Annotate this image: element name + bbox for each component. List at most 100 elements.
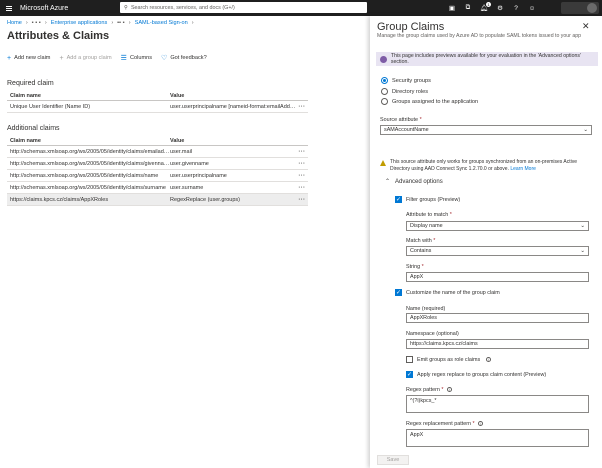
- radio-button[interactable]: [381, 98, 388, 105]
- radio-directory-roles[interactable]: Directory roles: [381, 88, 428, 95]
- notification-badge: 1: [486, 2, 491, 7]
- panel-subtitle: Manage the group claims used by Azure AD…: [377, 33, 581, 39]
- table-row-selected[interactable]: https://claims.kpcs.cz/claims/AppXRoles …: [7, 194, 308, 206]
- preview-icon: [380, 55, 387, 63]
- help-icon[interactable]: ?: [511, 3, 521, 13]
- claim-value: user.userprincipalname: [170, 172, 227, 179]
- emit-role-claims-label: Emit groups as role claims: [417, 356, 481, 363]
- name-input[interactable]: AppXRoles: [406, 313, 589, 323]
- claim-name: http://schemas.xmlsoap.org/ws/2005/05/id…: [10, 148, 170, 155]
- settings-icon[interactable]: ⚙: [495, 3, 505, 13]
- column-value: Value: [170, 137, 185, 144]
- claim-name: Unique User Identifier (Name ID): [10, 103, 91, 110]
- chevron-down-icon: ⌄: [580, 248, 585, 254]
- claim-name: https://claims.kpcs.cz/claims/AppXRoles: [10, 196, 109, 203]
- feedback-button[interactable]: ♡ Got feedback?: [161, 54, 207, 62]
- breadcrumb-separator: ›: [25, 20, 28, 26]
- namespace-input[interactable]: https://claims.kpcs.cz/claims: [406, 339, 589, 349]
- menu-icon[interactable]: [6, 5, 12, 11]
- claim-name: http://schemas.xmlsoap.org/ws/2005/05/id…: [10, 184, 166, 191]
- customize-name-checkbox[interactable]: ✓: [395, 289, 402, 296]
- radio-label: Security groups: [392, 77, 431, 84]
- apply-regex-checkbox[interactable]: ✓: [406, 371, 413, 378]
- notifications-icon[interactable]: 🔔︎ 1: [479, 2, 491, 13]
- namespace-label: Namespace (optional): [406, 331, 459, 337]
- chevron-up-icon: ⌃: [385, 179, 391, 185]
- learn-more-link[interactable]: Learn More: [510, 166, 536, 172]
- regex-replacement-label: Regex replacement pattern * i: [406, 421, 484, 427]
- breadcrumb-home[interactable]: Home: [7, 20, 22, 26]
- add-group-claim-button[interactable]: + Add a group claim: [59, 55, 111, 62]
- info-icon[interactable]: i: [478, 421, 484, 427]
- table-row[interactable]: http://schemas.xmlsoap.org/ws/2005/05/id…: [7, 146, 308, 158]
- row-more-button[interactable]: ···: [296, 104, 308, 110]
- emit-role-claims-checkbox-row[interactable]: Emit groups as role claims i: [406, 356, 492, 363]
- main-content: Home › ▪ ▪ ▪ › Enterprise applications ›…: [0, 16, 370, 468]
- chevron-down-icon: ⌄: [583, 127, 588, 133]
- radio-assigned-groups[interactable]: Groups assigned to the application: [381, 98, 478, 105]
- regex-pattern-input[interactable]: ^(?i)kpcs_*: [406, 395, 589, 413]
- required-claim-table: Claim name Value Unique User Identifier …: [7, 91, 308, 113]
- breadcrumb-redacted[interactable]: ▪▪ ▪: [117, 20, 125, 26]
- feedback-icon[interactable]: ☺: [527, 3, 537, 13]
- source-attribute-warning: This source attribute only works for gro…: [380, 159, 594, 172]
- filter-groups-checkbox-row[interactable]: ✓ Filter groups (Preview): [395, 196, 460, 203]
- add-new-claim-button[interactable]: + Add new claim: [7, 55, 50, 62]
- radio-security-groups[interactable]: Security groups: [381, 77, 431, 84]
- match-with-value: Contains: [410, 248, 432, 254]
- apply-regex-checkbox-row[interactable]: ✓ Apply regex replace to groups claim co…: [406, 371, 546, 378]
- warning-icon: [380, 160, 386, 166]
- advanced-options-toggle[interactable]: ⌃ Advanced options: [385, 178, 443, 186]
- row-more-button[interactable]: ···: [296, 161, 308, 167]
- cloud-shell-icon[interactable]: ▣: [447, 3, 457, 13]
- attribute-to-match-label: Attribute to match *: [406, 212, 452, 218]
- command-bar: + Add new claim + Add a group claim ☰ Co…: [7, 54, 207, 63]
- regex-replacement-input[interactable]: AppX: [406, 429, 589, 447]
- columns-button[interactable]: ☰ Columns: [121, 54, 152, 62]
- table-row[interactable]: http://schemas.xmlsoap.org/ws/2005/05/id…: [7, 170, 308, 182]
- breadcrumb-enterprise-apps[interactable]: Enterprise applications: [51, 20, 108, 26]
- info-icon[interactable]: i: [486, 357, 492, 362]
- required-marker: *: [421, 264, 424, 270]
- brand-name[interactable]: Microsoft Azure: [20, 5, 68, 12]
- search-box[interactable]: ⚲ Search resources, services, and docs (…: [120, 2, 367, 13]
- search-icon: ⚲: [124, 4, 128, 11]
- close-icon[interactable]: ✕: [582, 21, 590, 32]
- claim-value: user.givenname: [170, 160, 209, 167]
- name-label: Name (required): [406, 306, 446, 312]
- emit-role-claims-checkbox[interactable]: [406, 356, 413, 363]
- match-with-label-text: Match with: [406, 238, 432, 244]
- row-more-button[interactable]: ···: [296, 197, 308, 203]
- directory-filter-icon[interactable]: ⧉: [463, 3, 473, 13]
- required-marker: *: [472, 421, 475, 427]
- info-icon[interactable]: i: [446, 387, 452, 393]
- radio-label: Directory roles: [392, 88, 429, 95]
- string-label: String *: [406, 264, 424, 270]
- table-row[interactable]: Unique User Identifier (Name ID) user.us…: [7, 101, 308, 113]
- row-more-button[interactable]: ···: [296, 185, 308, 191]
- page-more-button[interactable]: ···: [101, 30, 109, 39]
- match-with-select[interactable]: Contains ⌄: [406, 246, 589, 256]
- customize-name-checkbox-row[interactable]: ✓ Customize the name of the group claim: [395, 289, 500, 296]
- source-attribute-select[interactable]: sAMAccountName ⌄: [380, 125, 592, 135]
- save-button[interactable]: Save: [377, 455, 409, 465]
- row-more-button[interactable]: ···: [296, 173, 308, 179]
- account-avatar[interactable]: [561, 2, 599, 14]
- row-more-button[interactable]: ···: [296, 149, 308, 155]
- chevron-down-icon: ⌄: [580, 223, 585, 229]
- string-input[interactable]: AppX: [406, 272, 589, 282]
- regex-pattern-label: Regex pattern * i: [406, 387, 452, 393]
- breadcrumb-saml[interactable]: SAML-based Sign-on: [135, 20, 188, 26]
- table-row[interactable]: http://schemas.xmlsoap.org/ws/2005/05/id…: [7, 182, 308, 194]
- table-row[interactable]: http://schemas.xmlsoap.org/ws/2005/05/id…: [7, 158, 308, 170]
- claim-value: user.userprincipalname [nameid-format:em…: [170, 103, 296, 110]
- radio-button[interactable]: [381, 88, 388, 95]
- name-value: AppXRoles: [410, 315, 437, 321]
- feedback-label: Got feedback?: [170, 55, 207, 61]
- breadcrumb-separator: ›: [111, 20, 114, 26]
- regex-pattern-label-text: Regex pattern: [406, 387, 440, 393]
- breadcrumb-redacted[interactable]: ▪ ▪ ▪: [32, 20, 41, 26]
- radio-button[interactable]: [381, 77, 388, 84]
- attribute-to-match-select[interactable]: Display name ⌄: [406, 221, 589, 231]
- filter-groups-checkbox[interactable]: ✓: [395, 196, 402, 203]
